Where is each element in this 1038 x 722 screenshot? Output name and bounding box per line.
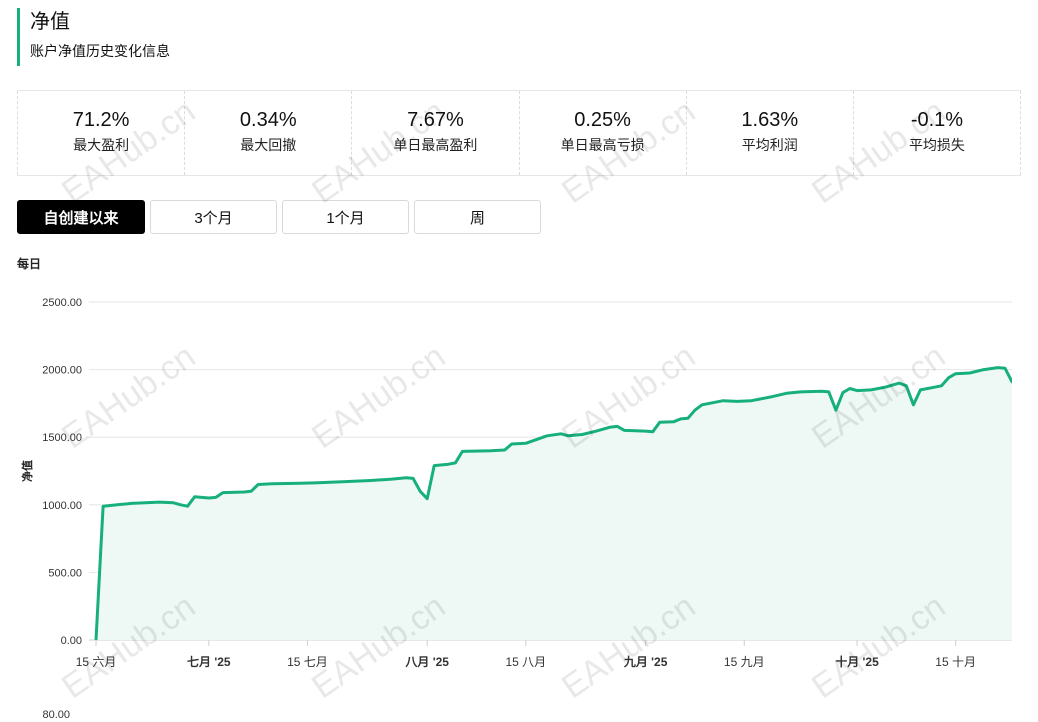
secondary-y-tick-label: 80.00 (42, 709, 70, 721)
x-tick-label: 15 六月 (76, 655, 117, 669)
stat-label: 平均利润 (741, 137, 798, 153)
section-subtitle: 账户净值历史变化信息 (30, 43, 170, 59)
y-tick-label: 1500.00 (42, 432, 82, 444)
stat-value: 1.63% (741, 109, 799, 131)
tab-3-months[interactable]: 3个月 (150, 200, 277, 234)
stats-bar: 71.2% 最大盈利 0.34% 最大回撤 7.67% 单日最高盈利 0.25%… (17, 90, 1022, 176)
stat-value: 0.25% (574, 109, 631, 131)
x-tick-label: 15 八月 (505, 655, 546, 669)
x-tick-label: 15 七月 (287, 655, 328, 669)
stat-best-day: 7.67% 单日最高盈利 (351, 91, 518, 175)
y-tick-label: 500.00 (48, 567, 82, 579)
x-tick-label: 15 十月 (935, 655, 976, 669)
stat-value: 71.2% (72, 109, 130, 131)
x-tick-label: 十月 '25 (835, 654, 879, 669)
tab-since-inception[interactable]: 自创建以来 (17, 200, 145, 234)
tab-1-month[interactable]: 1个月 (282, 200, 409, 234)
stat-max-profit: 71.2% 最大盈利 (17, 91, 184, 175)
stat-value: -0.1% (910, 109, 964, 131)
x-tick-label: 八月 '25 (404, 655, 449, 669)
stat-avg-profit: 1.63% 平均利润 (685, 91, 853, 175)
series-area (96, 367, 1012, 640)
range-tabs: 自创建以来 3个月 1个月 周 (17, 200, 541, 234)
y-tick-label: 2500.00 (42, 297, 82, 309)
stat-label: 单日最高亏损 (560, 137, 645, 153)
frequency-label: 每日 (17, 257, 42, 271)
y-tick-label: 0.00 (61, 635, 82, 647)
tab-week[interactable]: 周 (414, 200, 541, 234)
x-tick-label: 15 九月 (724, 655, 765, 669)
stat-avg-loss: -0.1% 平均损失 (852, 91, 1022, 175)
x-tick-label: 七月 '25 (187, 655, 231, 669)
stat-label: 平均损失 (908, 137, 965, 153)
stat-label: 最大盈利 (73, 137, 130, 153)
section-header: 净值 账户净值历史变化信息 (17, 8, 170, 66)
stat-label: 最大回撤 (240, 137, 297, 153)
y-tick-label: 2000.00 (42, 365, 82, 377)
stat-label: 单日最高盈利 (393, 137, 478, 153)
x-tick-label: 九月 '25 (623, 654, 668, 669)
stat-max-drawdown: 0.34% 最大回撤 (184, 91, 351, 175)
stat-value: 7.67% (407, 109, 464, 131)
y-tick-label: 1000.00 (42, 500, 82, 512)
section-title: 净值 (30, 11, 70, 33)
stat-worst-day: 0.25% 单日最高亏损 (518, 91, 686, 175)
stat-value: 0.34% (239, 109, 297, 131)
y-axis-label: 净值 (20, 460, 34, 482)
equity-chart: 0.00 500.00 1000.00 1500.00 2000.00 2500.00 净值… (20, 297, 1012, 721)
